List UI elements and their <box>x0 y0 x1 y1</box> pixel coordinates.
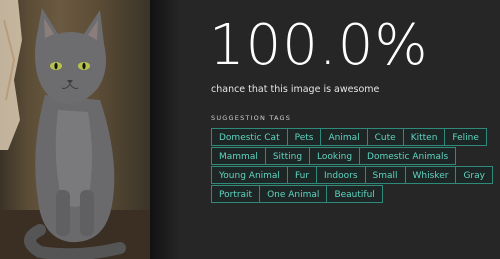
tag-kitten[interactable]: Kitten <box>402 128 446 146</box>
tag-gray[interactable]: Gray <box>455 166 493 184</box>
tag-whisker[interactable]: Whisker <box>404 166 457 184</box>
tag-young-animal[interactable]: Young Animal <box>211 166 288 184</box>
tag-one-animal[interactable]: One Animal <box>259 185 328 203</box>
tag-domestic-cat[interactable]: Domestic Cat <box>211 128 288 146</box>
tag-animal[interactable]: Animal <box>320 128 368 146</box>
photo-shadow <box>150 0 180 259</box>
tag-fur[interactable]: Fur <box>286 166 318 184</box>
tag-cute[interactable]: Cute <box>366 128 404 146</box>
tag-mammal[interactable]: Mammal <box>211 147 266 165</box>
tag-pets[interactable]: Pets <box>286 128 322 146</box>
suggestion-tags-heading: SUGGESTION TAGS <box>211 114 292 122</box>
cat-photo <box>0 0 150 259</box>
tag-domestic-animals[interactable]: Domestic Animals <box>359 147 457 165</box>
tag-beautiful[interactable]: Beautiful <box>326 185 383 203</box>
tag-indoors[interactable]: Indoors <box>316 166 366 184</box>
suggestion-tags-list: Domestic Cat Pets Animal Cute Kitten Fel… <box>211 128 496 203</box>
tag-looking[interactable]: Looking <box>309 147 361 165</box>
awesomeness-score: 100.0% <box>209 13 429 78</box>
tag-portrait[interactable]: Portrait <box>211 185 261 203</box>
tag-sitting[interactable]: Sitting <box>264 147 311 165</box>
tag-feline[interactable]: Feline <box>444 128 487 146</box>
cat-illustration <box>0 0 150 259</box>
tag-small[interactable]: Small <box>364 166 406 184</box>
score-caption: chance that this image is awesome <box>211 84 380 95</box>
app-frame: 100.0% chance that this image is awesome… <box>0 0 500 259</box>
